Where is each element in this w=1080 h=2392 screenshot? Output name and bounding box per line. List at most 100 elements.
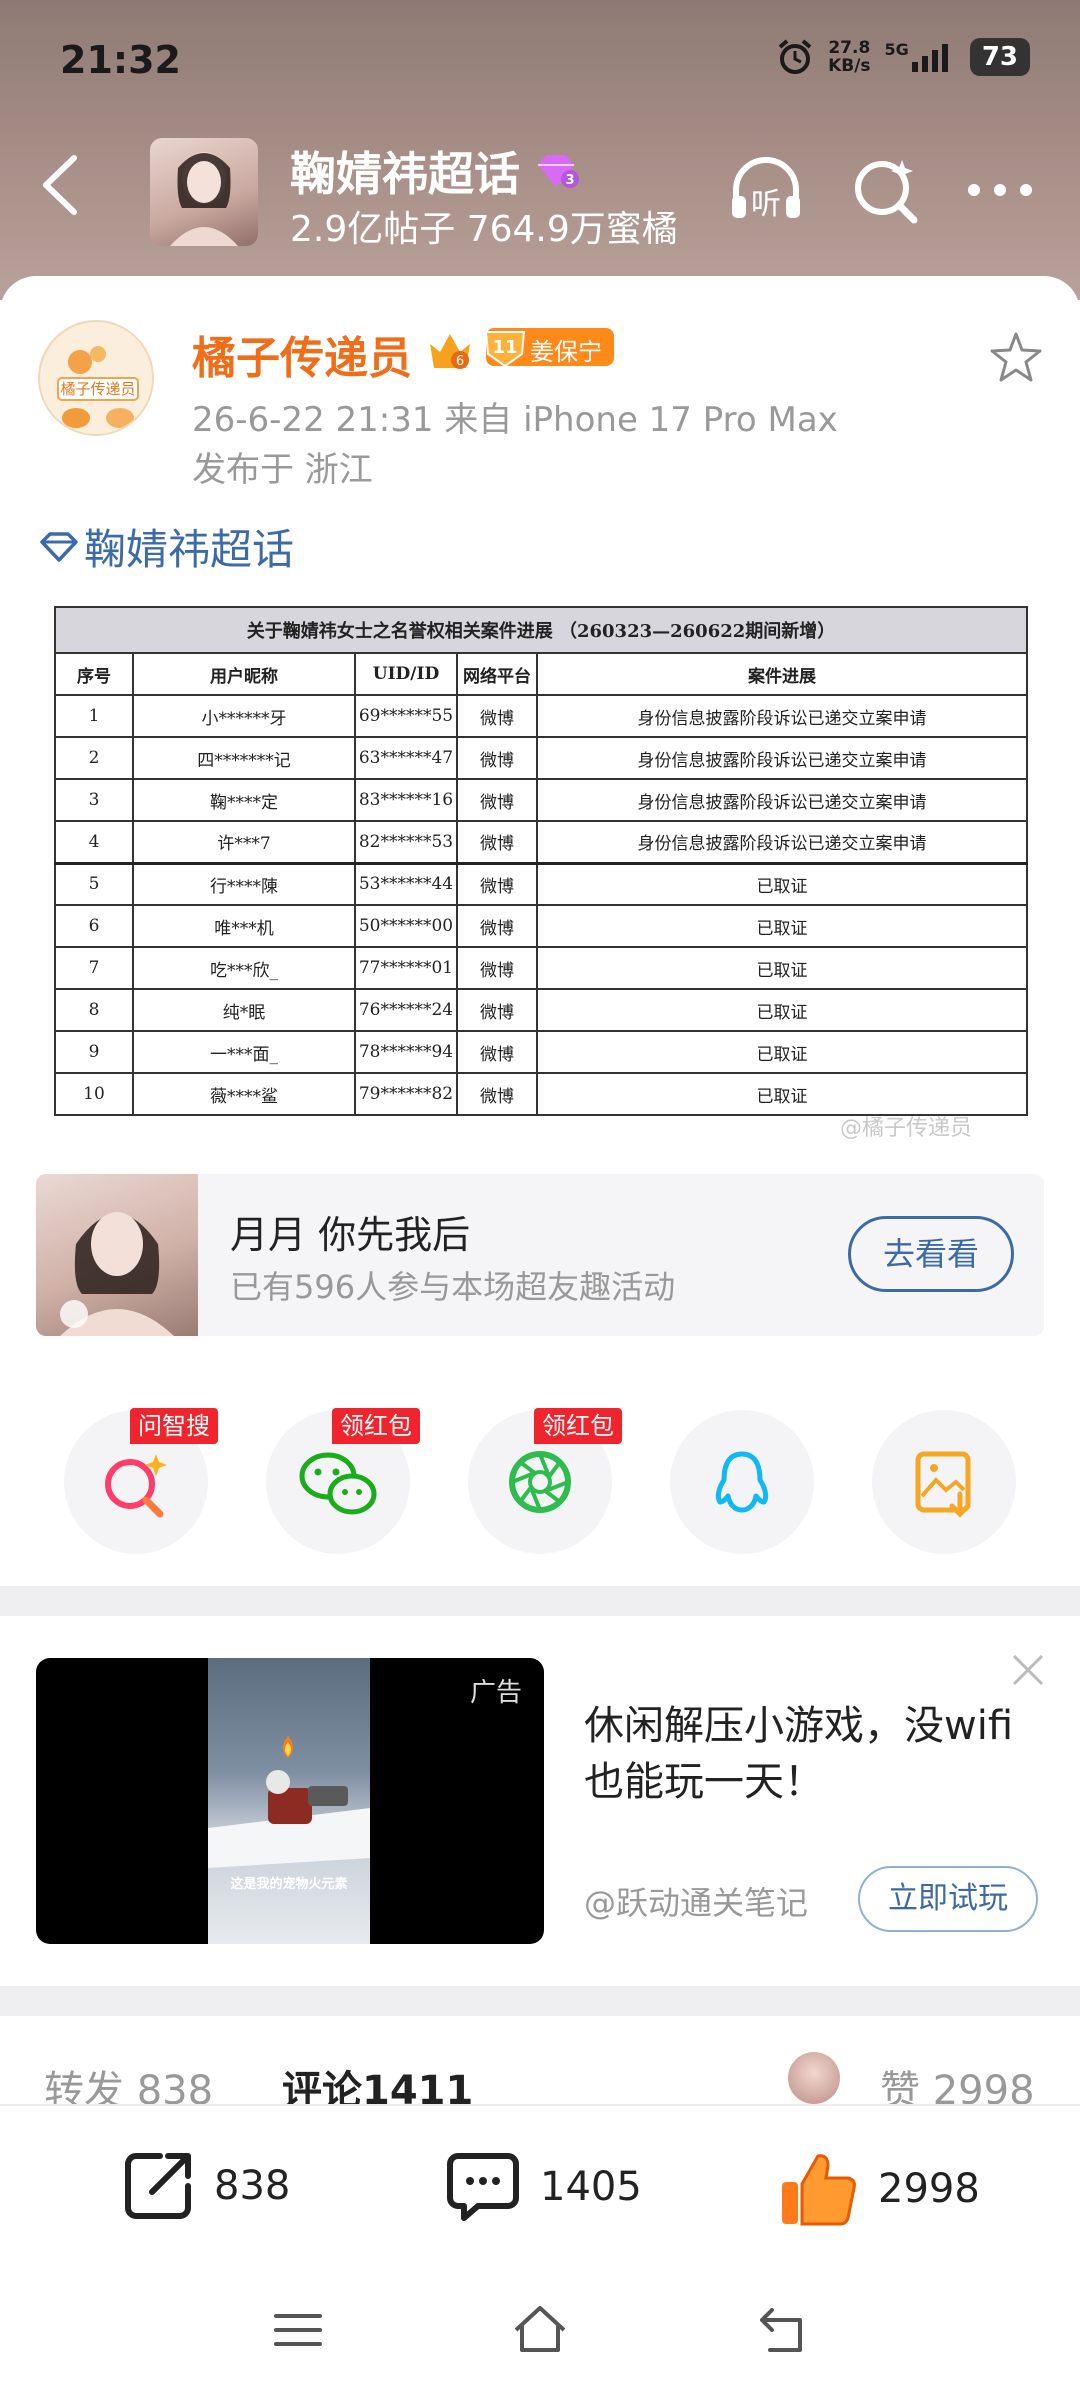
- super-topic-level-icon: 3: [538, 155, 579, 188]
- table-cell: 已取证: [536, 1030, 1028, 1074]
- table-row: 4 许***7 82******53 微博 身份信息披露阶段诉讼已递交立案申请: [54, 820, 1028, 865]
- table-cell: 微博: [456, 778, 538, 822]
- vip-crown-icon[interactable]: 6: [426, 328, 474, 372]
- table-cell: 身份信息披露阶段诉讼已递交立案申请: [536, 736, 1028, 780]
- table-cell: 微博: [456, 862, 538, 906]
- share-save-image-button[interactable]: [872, 1410, 1016, 1554]
- table-cell: 8: [54, 988, 134, 1032]
- table-cell: 微博: [456, 736, 538, 780]
- table-row: 8 纯*眠 76******24 微博 已取证: [54, 988, 1028, 1032]
- comment-count: 1405: [540, 2164, 642, 2210]
- ad-video-caption: 这是我的宠物火元素: [230, 1876, 347, 1892]
- author-avatar[interactable]: 橘子传递员: [38, 320, 154, 436]
- table-cell: 身份信息披露阶段诉讼已递交立案申请: [536, 778, 1028, 822]
- network-type: 5G: [884, 40, 909, 59]
- topic-avatar[interactable]: [150, 138, 258, 246]
- ad-game-scene: 这是我的宠物火元素: [208, 1736, 370, 1892]
- table-header-row: 序号 用户昵称 UID/ID 网络平台 案件进展: [54, 652, 1028, 696]
- fan-badge[interactable]: 11 姜保宁: [484, 328, 614, 368]
- status-time: 21:32: [60, 38, 181, 82]
- status-bar-right: 27.8 KB/s 5G 73: [776, 38, 1030, 76]
- table-cell: 10: [54, 1072, 134, 1116]
- comment-icon: [447, 2153, 519, 2221]
- fan-level-icon: 11: [484, 331, 526, 368]
- home-icon[interactable]: [510, 2300, 570, 2360]
- more-icon: [968, 184, 1032, 196]
- share-qq-button[interactable]: [670, 1410, 814, 1554]
- repost-button[interactable]: 838: [120, 2148, 290, 2224]
- section-divider: [0, 1986, 1080, 2016]
- topic-avatar-image: [170, 152, 238, 246]
- image-watermark: @橘子传递员: [840, 1116, 973, 1141]
- table-cell: 3: [54, 778, 134, 822]
- topic-link[interactable]: 鞠婧祎超话: [38, 516, 294, 577]
- ad-video[interactable]: 这是我的宠物火元素 广告: [36, 1658, 544, 1944]
- topic-level-number: 3: [565, 173, 574, 188]
- activity-go-button[interactable]: 去看看: [848, 1216, 1014, 1292]
- topic-stats: 2.9亿帖子 764.9万蜜橘: [290, 209, 678, 250]
- activity-banner[interactable]: 月月 你先我后 已有596人参与本场超友趣活动 去看看: [36, 1174, 1044, 1336]
- qq-icon: [715, 1451, 769, 1513]
- post-image-table[interactable]: 关于鞠婧祎女士之名誉权相关案件进展 （260323—260622期间新增） 序号…: [54, 606, 1028, 1116]
- table-cell: 微博: [456, 988, 538, 1032]
- column-header: 序号: [54, 652, 134, 696]
- topic-link-text: 鞠婧祎超话: [84, 525, 295, 574]
- table-cell: 已取证: [536, 1072, 1028, 1116]
- column-header: 案件进展: [536, 652, 1028, 696]
- case-progress-table: 关于鞠婧祎女士之名誉权相关案件进展 （260323—260622期间新增） 序号…: [54, 606, 1028, 1116]
- column-header: 网络平台: [456, 652, 538, 696]
- table-cell: 微博: [456, 1072, 538, 1116]
- table-cell: 已取证: [536, 862, 1028, 906]
- table-cell: 已取证: [536, 988, 1028, 1032]
- save-image-icon: [915, 1451, 971, 1518]
- more-button[interactable]: [960, 150, 1040, 230]
- listen-icon: 听: [732, 157, 800, 222]
- table-cell: 吃***欣_: [132, 946, 356, 990]
- share-tag: 领红包: [534, 1408, 622, 1444]
- back-icon[interactable]: [36, 150, 86, 220]
- table-cell: 1: [54, 694, 134, 738]
- table-cell: 76******24: [354, 988, 458, 1032]
- table-cell: 6: [54, 904, 134, 948]
- author-avatar-text: 橘子传递员: [60, 380, 135, 398]
- vip-level: 6: [456, 354, 464, 369]
- table-row: 3 鞠****定 83******16 微博 身份信息披露阶段诉讼已递交立案申请: [54, 778, 1028, 822]
- table-cell: 薇****鲨: [132, 1072, 356, 1116]
- table-cell: 63******47: [354, 736, 458, 780]
- ad-title[interactable]: 休闲解压小游戏，没wifi也能玩一天！: [584, 1698, 1024, 1810]
- post-location: 发布于 浙江: [192, 450, 373, 490]
- signal-bars-icon: [911, 44, 948, 72]
- menu-icon[interactable]: [268, 2300, 328, 2360]
- listen-button[interactable]: 听: [726, 150, 806, 230]
- table-cell: 82******53: [354, 820, 458, 865]
- comment-button[interactable]: 1405: [444, 2148, 642, 2226]
- table-cell: 微博: [456, 820, 538, 865]
- favorite-star-icon[interactable]: [988, 330, 1044, 386]
- table-cell: 四*******记: [132, 736, 356, 780]
- table-cell: 小******牙: [132, 694, 356, 738]
- signal-indicator: 5G: [885, 42, 956, 72]
- ad-author[interactable]: @跃动通关笔记: [584, 1878, 808, 1924]
- search-button[interactable]: [846, 150, 926, 230]
- table-cell: 5: [54, 862, 134, 906]
- fan-badge-level: 11: [492, 337, 517, 358]
- table-row: 10 薇****鲨 79******82 微博 已取证: [54, 1072, 1028, 1116]
- topic-title-text: 鞠婧祎超话: [290, 147, 520, 201]
- thumbs-up-icon: [782, 2154, 856, 2226]
- ad-try-button[interactable]: 立即试玩: [858, 1866, 1038, 1932]
- repost-count: 838: [214, 2163, 291, 2209]
- like-button[interactable]: 2998: [778, 2148, 980, 2230]
- table-cell: 7: [54, 946, 134, 990]
- close-icon[interactable]: [1010, 1652, 1046, 1688]
- table-row: 1 小******牙 69******55 微博 身份信息披露阶段诉讼已递交立案申请: [54, 694, 1028, 738]
- table-cell: 9: [54, 1030, 134, 1074]
- table-row: 7 吃***欣_ 77******01 微博 已取证: [54, 946, 1028, 990]
- back-nav-icon[interactable]: [752, 2300, 812, 2360]
- topic-title[interactable]: 鞠婧祎超话 3: [290, 138, 580, 204]
- author-name[interactable]: 橘子传递员: [192, 322, 412, 386]
- table-cell: 微博: [456, 946, 538, 990]
- table-cell: 77******01: [354, 946, 458, 990]
- share-tag: 问智搜: [130, 1408, 218, 1444]
- table-row: 9 一***面_ 78******94 微博 已取证: [54, 1030, 1028, 1074]
- activity-image-art: [60, 1212, 174, 1336]
